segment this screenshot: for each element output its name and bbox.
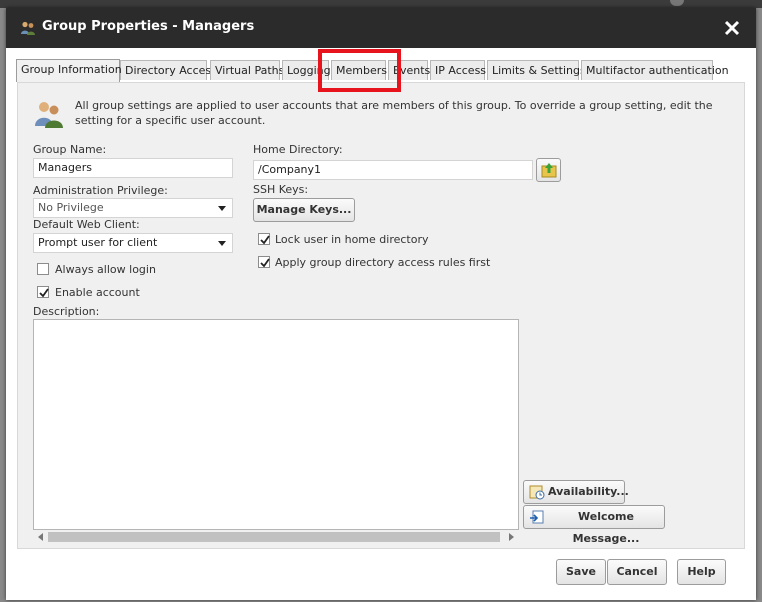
description-horizontal-scrollbar[interactable] xyxy=(34,531,518,543)
browse-folder-button[interactable] xyxy=(536,158,561,182)
checkmark-icon xyxy=(39,288,49,298)
home-directory-input[interactable]: /Company1 xyxy=(253,160,533,180)
default-web-client-label: Default Web Client: xyxy=(33,218,140,231)
welcome-message-label: Welcome Message... xyxy=(572,510,640,545)
scroll-right-arrow-icon[interactable] xyxy=(509,533,514,541)
always-allow-login-label: Always allow login xyxy=(55,263,156,276)
ssh-keys-label: SSH Keys: xyxy=(253,183,309,196)
close-icon[interactable] xyxy=(716,12,748,44)
group-settings-info-text: All group settings are applied to user a… xyxy=(75,99,713,127)
checkmark-icon xyxy=(260,235,270,245)
apply-rules-first-label: Apply group directory access rules first xyxy=(275,256,491,269)
group-icon xyxy=(21,21,35,35)
availability-button[interactable]: Availability... xyxy=(523,480,629,504)
tab-virtual-paths[interactable]: Virtual Paths xyxy=(210,60,284,80)
manage-keys-button[interactable]: Manage Keys... xyxy=(253,198,355,222)
tab-limits-settings[interactable]: Limits & Settings xyxy=(487,60,586,80)
admin-privilege-select[interactable]: No Privilege xyxy=(33,198,233,218)
admin-privilege-label: Administration Privilege: xyxy=(33,184,168,197)
welcome-message-button[interactable]: Welcome Message... xyxy=(523,505,665,545)
tab-events[interactable]: Events xyxy=(388,60,430,80)
scroll-left-arrow-icon[interactable] xyxy=(38,533,43,541)
save-button[interactable]: Save xyxy=(556,559,606,585)
group-properties-dialog: Group Properties - Managers Group Inform… xyxy=(6,8,756,600)
checkmark-icon xyxy=(260,258,270,268)
description-textarea[interactable] xyxy=(33,319,519,530)
group-users-icon xyxy=(35,102,63,128)
tab-group-information[interactable]: Group Information xyxy=(16,59,122,82)
scrollbar-thumb[interactable] xyxy=(48,532,500,542)
dialog-title: Group Properties - Managers xyxy=(42,19,255,34)
default-web-client-value: Prompt user for client xyxy=(38,236,158,249)
home-directory-label: Home Directory: xyxy=(253,143,343,156)
group-information-panel: All group settings are applied to user a… xyxy=(17,82,745,549)
lock-home-directory-checkbox[interactable] xyxy=(258,233,270,245)
description-label: Description: xyxy=(33,305,100,318)
availability-label: Availability... xyxy=(548,485,629,498)
apply-rules-first-checkbox[interactable] xyxy=(258,256,270,268)
admin-privilege-value: No Privilege xyxy=(38,201,104,214)
group-name-input[interactable]: Managers xyxy=(33,158,233,178)
message-arrow-icon xyxy=(530,510,544,524)
folder-up-icon xyxy=(541,163,557,178)
lock-home-directory-label: Lock user in home directory xyxy=(275,233,429,246)
dialog-titlebar: Group Properties - Managers xyxy=(6,8,756,48)
background-window-strip xyxy=(0,0,762,8)
enable-account-checkbox[interactable] xyxy=(37,286,49,298)
chevron-down-icon xyxy=(218,206,226,211)
help-button[interactable]: Help xyxy=(677,559,726,585)
tab-multifactor-authentication[interactable]: Multifactor authentication xyxy=(581,60,729,80)
tab-ip-access[interactable]: IP Access xyxy=(430,60,486,80)
tab-members[interactable]: Members xyxy=(331,60,387,80)
tab-directory-access[interactable]: Directory Access xyxy=(120,60,217,80)
always-allow-login-checkbox[interactable] xyxy=(37,263,49,275)
tab-logging[interactable]: Logging xyxy=(282,60,331,80)
default-web-client-select[interactable]: Prompt user for client xyxy=(33,233,233,253)
calendar-clock-icon xyxy=(529,485,545,500)
group-name-label: Group Name: xyxy=(33,143,107,156)
chevron-down-icon xyxy=(218,241,226,246)
cancel-button[interactable]: Cancel xyxy=(607,559,667,585)
enable-account-label: Enable account xyxy=(55,286,140,299)
